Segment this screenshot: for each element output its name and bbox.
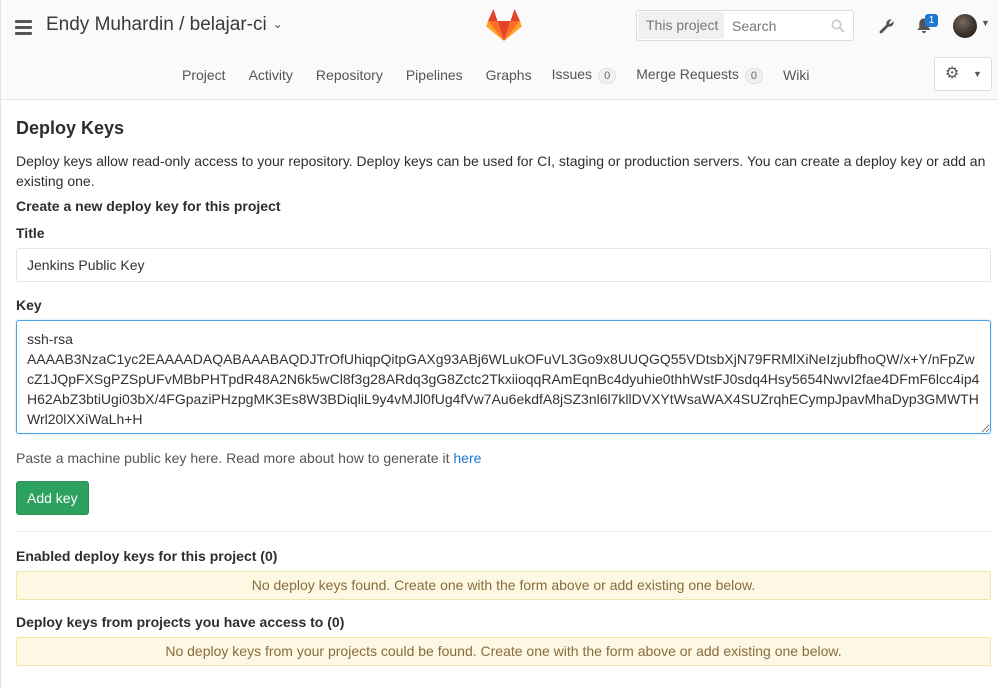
generate-key-help-link[interactable]: here: [453, 450, 481, 466]
caret-down-icon[interactable]: ▼: [981, 18, 990, 28]
deploy-keys-content: Deploy Keys Deploy keys allow read-only …: [16, 118, 991, 666]
gear-icon: ⚙: [945, 65, 960, 82]
enabled-keys-heading: Enabled deploy keys for this project (0): [16, 548, 278, 564]
caret-down-icon: ▼: [973, 69, 982, 79]
nav-graphs[interactable]: Graphs: [486, 67, 532, 83]
notifications-button[interactable]: 1: [915, 14, 938, 37]
section-divider: [16, 531, 991, 532]
page-description: Deploy keys allow read-only access to yo…: [16, 153, 986, 189]
user-avatar[interactable]: [953, 14, 977, 38]
chevron-down-icon[interactable]: ⌄: [273, 17, 283, 31]
nav-merge-requests-label: Merge Requests: [636, 66, 739, 83]
nav-project[interactable]: Project: [182, 67, 226, 83]
nav-repository[interactable]: Repository: [316, 67, 383, 83]
enabled-keys-empty-notice: No deploy keys found. Create one with th…: [16, 571, 991, 600]
nav-merge-requests[interactable]: Merge Requests 0: [636, 66, 764, 85]
search-scope-label[interactable]: This project: [638, 12, 725, 39]
gitlab-logo-icon[interactable]: [486, 8, 522, 42]
project-title[interactable]: Endy Muhardin / belajar-ci ⌄: [46, 14, 283, 36]
notifications-count-badge: 1: [925, 14, 938, 27]
key-hint: Paste a machine public key here. Read mo…: [16, 450, 991, 466]
search-icon: [831, 19, 845, 33]
nav-activity[interactable]: Activity: [249, 67, 293, 83]
project-title-text[interactable]: Endy Muhardin / belajar-ci: [46, 14, 267, 35]
search-input[interactable]: [732, 15, 822, 36]
key-textarea[interactable]: ssh-rsa AAAAB3NzaC1yc2EAAAADAQABAAABAQDJ…: [16, 320, 991, 434]
page-title: Deploy Keys: [16, 118, 125, 138]
issues-count-badge: 0: [598, 68, 617, 85]
nav-pipelines[interactable]: Pipelines: [406, 67, 463, 83]
accessible-keys-empty-notice: No deploy keys from your projects could …: [16, 637, 991, 666]
search-box[interactable]: This project: [636, 10, 854, 41]
add-key-button[interactable]: Add key: [16, 481, 89, 515]
key-label: Key: [16, 297, 42, 313]
key-hint-text: Paste a machine public key here. Read mo…: [16, 450, 454, 466]
nav-wiki[interactable]: Wiki: [783, 67, 809, 83]
project-nav: Project Activity Repository Pipelines Graphs…: [182, 66, 825, 85]
settings-dropdown-button[interactable]: ⚙ ▼: [934, 57, 992, 91]
hamburger-menu-icon[interactable]: [15, 20, 33, 35]
title-label: Title: [16, 225, 45, 241]
title-input[interactable]: [16, 248, 991, 282]
merge-requests-count-badge: 0: [744, 68, 764, 85]
accessible-keys-heading: Deploy keys from projects you have acces…: [16, 614, 345, 630]
wrench-icon[interactable]: [878, 17, 896, 35]
nav-issues-label: Issues: [551, 66, 593, 83]
create-key-heading: Create a new deploy key for this project: [16, 198, 281, 214]
nav-issues[interactable]: Issues 0: [551, 66, 617, 85]
top-header: Endy Muhardin / belajar-ci ⌄ This project…: [1, 0, 998, 100]
